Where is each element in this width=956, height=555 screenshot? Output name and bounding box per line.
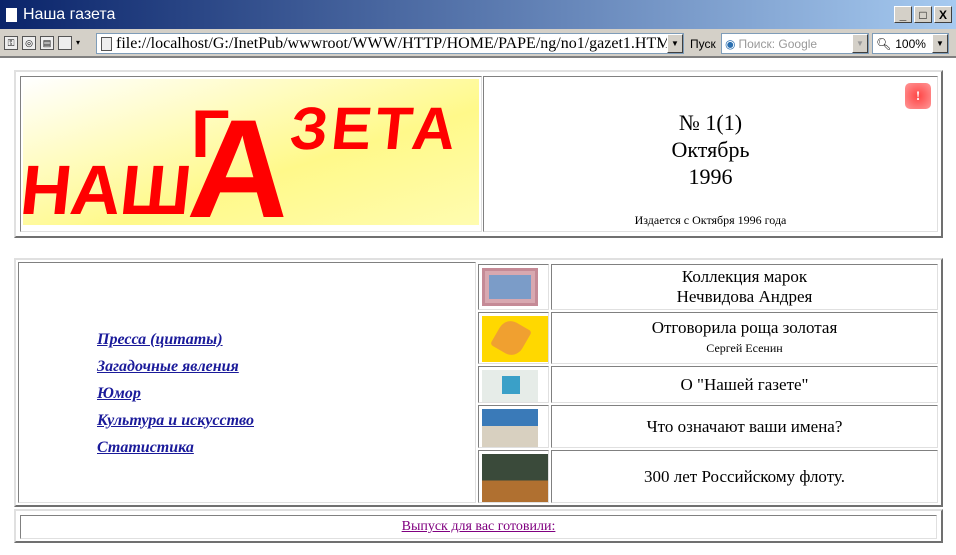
zoom-value: 100% <box>895 36 926 51</box>
article-row: 300 лет Российскому флоту. <box>551 450 938 503</box>
nav-link-culture[interactable]: Культура и искусство <box>97 412 254 430</box>
article-link-stamps[interactable]: Коллекция марок <box>682 267 807 287</box>
close-button[interactable]: X <box>934 6 952 23</box>
thumb-cell <box>478 366 549 403</box>
minimize-button[interactable]: _ <box>894 6 912 23</box>
search-dropdown-button[interactable]: ▼ <box>852 34 868 53</box>
leaf-image[interactable] <box>482 316 548 362</box>
zoom-dropdown-button[interactable]: ▼ <box>932 34 948 53</box>
thumb-cell <box>478 312 549 364</box>
article-row: Коллекция марок Нечвидова Андрея <box>551 264 938 310</box>
article-row: Отговорила роща золотая Сергей Есенин <box>551 312 938 364</box>
search-engine-icon: ◉ <box>725 36 736 51</box>
issue-cell: ! № 1(1) Октябрь 1996 Издается с Октября… <box>483 76 938 232</box>
logo-cell: НАШ Г А ЗЕТА <box>17 76 482 247</box>
search-box[interactable]: ◉ Поиск: Google ▼ <box>721 33 869 54</box>
content-table: Пресса (цитаты) Загадочные явления Юмор … <box>14 258 943 507</box>
screenshot-icon[interactable]: ◎ <box>22 35 36 50</box>
search-input[interactable]: Поиск: Google <box>738 37 817 51</box>
page-menu-chevron-icon[interactable]: ▾ <box>76 38 80 47</box>
footer-cell: Выпуск для вас готовили: <box>20 515 937 539</box>
boat-image[interactable] <box>482 454 548 502</box>
nav-link-statistics[interactable]: Статистика <box>97 439 254 457</box>
svg-text:НАШ: НАШ <box>21 150 195 229</box>
article-row: О "Нашей газете" <box>551 366 938 403</box>
published-since: Издается с Октября 1996 года <box>634 213 787 227</box>
article-author: Сергей Есенин <box>706 341 783 355</box>
go-button[interactable]: Пуск <box>690 37 716 51</box>
article-link-esenin[interactable]: Отговорила роща золотая <box>652 318 838 338</box>
article-row: Что означают ваши имена? <box>551 405 938 448</box>
article-link-names[interactable]: Что означают ваши имена? <box>647 417 843 437</box>
zoom-control[interactable]: 🔍︎ 100% ▼ <box>872 33 949 54</box>
thumb-cell <box>478 264 549 310</box>
newspaper-logo: НАШ Г А ЗЕТА <box>17 79 479 247</box>
alert-icon[interactable]: ! <box>905 83 931 109</box>
footer-table: Выпуск для вас готовили: <box>14 509 943 543</box>
nav-link-mysteries[interactable]: Загадочные явления <box>97 358 254 376</box>
article-link-about[interactable]: О "Нашей газете" <box>681 375 809 395</box>
window-title: Наша газета <box>23 5 116 23</box>
address-input[interactable]: file://localhost/G:/InetPub/wwwroot/WWW/… <box>116 35 670 53</box>
title-bar: Наша газета _ □ X <box>0 0 956 29</box>
thumb-cell <box>478 450 549 503</box>
page-icon[interactable] <box>58 35 72 50</box>
abstract-image[interactable] <box>482 370 538 402</box>
address-bar[interactable]: file://localhost/G:/InetPub/wwwroot/WWW/… <box>96 33 684 54</box>
credits-link[interactable]: Выпуск для вас готовили: <box>402 519 556 535</box>
car-image[interactable] <box>482 409 538 447</box>
security-icon[interactable]: ⚿ <box>4 35 18 50</box>
nav-link-press[interactable]: Пресса (цитаты) <box>97 331 254 349</box>
maximize-button[interactable]: □ <box>914 6 932 23</box>
document-icon <box>6 7 17 22</box>
issue-year: 1996 <box>688 163 733 189</box>
svg-text:А: А <box>184 90 296 231</box>
print-icon[interactable]: ▤ <box>40 35 54 50</box>
page-icon <box>101 36 112 51</box>
thumb-cell <box>478 405 549 448</box>
address-dropdown-button[interactable]: ▼ <box>667 34 683 53</box>
header-table: НАШ Г А ЗЕТА ! № 1(1) Октябрь 1996 Издае… <box>14 70 943 247</box>
issue-month: Октябрь <box>671 136 750 162</box>
nav-link-humor[interactable]: Юмор <box>97 385 254 403</box>
magnifier-icon: 🔍︎ <box>876 36 892 51</box>
article-subtitle: Нечвидова Андрея <box>676 287 813 306</box>
article-link-fleet[interactable]: 300 лет Российскому флоту. <box>644 467 845 487</box>
stamp-image[interactable] <box>482 268 538 306</box>
nav-cell: Пресса (цитаты) Загадочные явления Юмор … <box>18 262 476 503</box>
issue-number: № 1(1) <box>678 109 743 135</box>
